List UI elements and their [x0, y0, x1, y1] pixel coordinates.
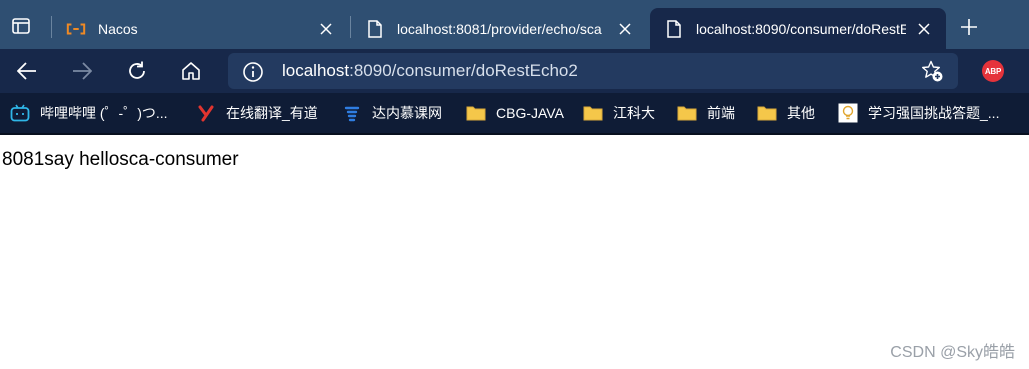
url-text[interactable]: localhost:8090/consumer/doRestEcho2 [282, 61, 578, 81]
adblock-plus-icon[interactable]: ABP [982, 60, 1004, 82]
folder-icon [466, 103, 486, 123]
close-tab-icon[interactable] [314, 17, 338, 41]
add-favorite-icon[interactable] [920, 59, 944, 83]
lightbulb-icon [838, 103, 858, 123]
url-path: :8090/consumer/doRestEcho2 [349, 61, 578, 80]
bookmark-folder-jiangkeda[interactable]: 江科大 [583, 93, 655, 133]
close-tab-icon[interactable] [912, 17, 936, 41]
tab-title: localhost:8090/consumer/doRestEc [696, 20, 906, 37]
folder-icon [583, 103, 603, 123]
bookmark-label: CBG-JAVA [496, 105, 564, 121]
bookmark-label: 前端 [707, 105, 735, 121]
home-button[interactable] [175, 55, 207, 87]
tab-actions-button[interactable] [6, 12, 36, 40]
bookmark-folder-other[interactable]: 其他 [757, 93, 815, 133]
url-host: localhost [282, 61, 350, 80]
tab-actions-icon [12, 18, 30, 34]
bookmark-xuexi-qiangguo[interactable]: 学习强国挑战答题_... [838, 93, 999, 133]
bookmarks-bar: 哔哩哔哩 (゜-゜)つ... 在线翻译_有道 达内慕课网 CBG-JAVA 江科… [0, 93, 1029, 135]
bookmark-folder-frontend[interactable]: 前端 [677, 93, 735, 133]
tarena-icon [342, 103, 362, 123]
folder-icon [677, 103, 697, 123]
response-body-text: 8081say hellosca-consumer [2, 149, 239, 170]
back-arrow-icon [17, 62, 36, 80]
bilibili-icon [10, 103, 30, 123]
bookmark-folder-cbg-java[interactable]: CBG-JAVA [466, 93, 564, 133]
plus-icon [961, 19, 977, 35]
forward-button[interactable] [66, 55, 98, 87]
bookmark-label: 学习强国挑战答题_... [868, 105, 1000, 121]
bookmark-label: 哔哩哔哩 (゜-゜)つ... [40, 105, 168, 121]
folder-icon [757, 103, 777, 123]
tab-nacos[interactable]: Nacos [52, 8, 348, 49]
address-bar[interactable]: localhost:8090/consumer/doRestEcho2 [228, 53, 958, 89]
close-tab-icon[interactable] [613, 17, 637, 41]
browser-toolbar: localhost:8090/consumer/doRestEcho2 ABP [0, 49, 1029, 93]
tab-provider-echo[interactable]: localhost:8081/provider/echo/sca [351, 8, 647, 49]
bookmark-label: 达内慕课网 [372, 105, 442, 121]
bookmark-youdao[interactable]: 在线翻译_有道 [196, 93, 318, 133]
info-icon[interactable] [242, 61, 264, 83]
tab-consumer-dorestecho2[interactable]: localhost:8090/consumer/doRestEc [650, 8, 946, 49]
nacos-logo-icon [66, 19, 86, 39]
tab-strip: Nacos localhost:8081/provider/echo/sca l… [0, 0, 1029, 49]
back-button[interactable] [11, 55, 43, 87]
bookmark-label: 其他 [787, 105, 815, 121]
bookmark-label: 在线翻译_有道 [226, 105, 318, 121]
home-icon [182, 62, 200, 80]
bookmark-label: 江科大 [613, 105, 655, 121]
tab-title: localhost:8081/provider/echo/sca [397, 20, 602, 37]
tab-title: Nacos [98, 20, 138, 37]
youdao-icon [196, 103, 216, 123]
csdn-watermark: CSDN @Sky皓皓 [890, 344, 1015, 361]
refresh-icon [129, 61, 145, 79]
forward-arrow-icon [73, 62, 92, 80]
page-icon [664, 19, 684, 39]
page-icon [365, 19, 385, 39]
bookmark-bilibili[interactable]: 哔哩哔哩 (゜-゜)つ... [10, 93, 168, 133]
new-tab-button[interactable] [955, 13, 983, 41]
refresh-button[interactable] [121, 55, 153, 87]
bookmark-tarena[interactable]: 达内慕课网 [342, 93, 442, 133]
